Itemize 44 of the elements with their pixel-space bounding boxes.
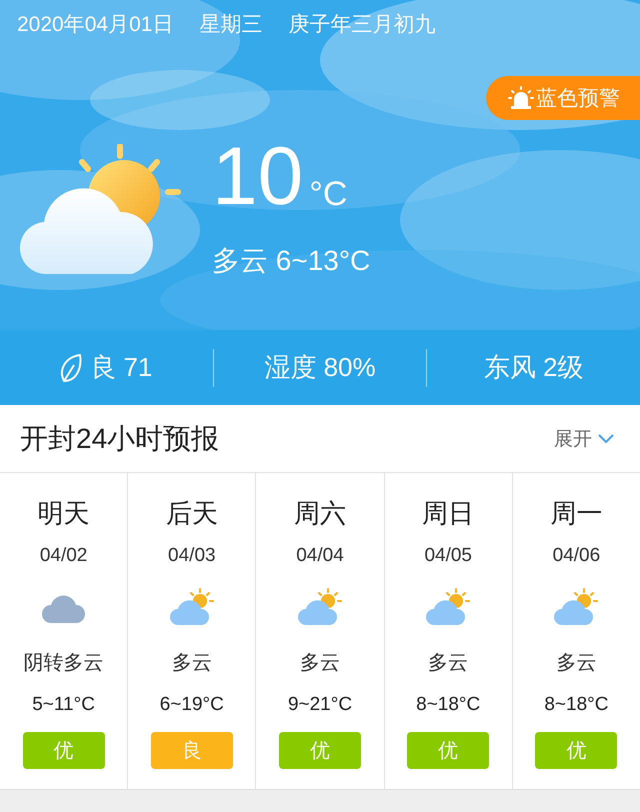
cloud-sun-icon <box>297 588 343 626</box>
date-text: 04/06 <box>552 545 600 567</box>
date-text: 04/02 <box>40 545 88 567</box>
date-text: 04/05 <box>424 545 472 567</box>
condition-text: 多云 <box>300 651 340 676</box>
air-quality-badge: 优 <box>22 732 105 769</box>
condition-text: 多云 <box>172 651 212 676</box>
day-label: 后天 <box>166 497 218 530</box>
chevron-down-icon <box>598 434 614 444</box>
temperature-text: 10 <box>212 134 304 220</box>
temperature-range: 8~18°C <box>416 694 480 716</box>
unit-text: °C <box>309 175 348 214</box>
condition-text: 多云 <box>428 651 468 676</box>
condition-text: 多云 <box>556 651 596 676</box>
air-quality-badge: 优 <box>535 732 618 769</box>
cloud-sun-icon <box>168 588 215 626</box>
date-text: 2020年04月01日 <box>17 12 174 38</box>
leaf-icon <box>60 352 82 382</box>
forecast-title: 开封24小时预报 <box>20 422 220 456</box>
day-label: 明天 <box>38 497 90 530</box>
date-text: 04/03 <box>168 545 216 567</box>
temperature-range: 6~19°C <box>160 694 224 716</box>
air-quality-text: 良 71 <box>90 351 152 384</box>
expand-button[interactable]: 展开 <box>554 426 614 452</box>
cloud-sun-icon <box>553 588 600 626</box>
temperature-range: 9~21°C <box>288 694 352 716</box>
stat-text: 湿度 80% <box>264 351 376 384</box>
lunar-date-text: 庚子年三月初九 <box>288 12 436 38</box>
temperature-range: 5~11°C <box>32 694 95 716</box>
day-label: 周一 <box>550 497 602 530</box>
cloud-sun-icon <box>425 588 472 626</box>
cloud-sun-icon <box>20 144 182 276</box>
date-text: 04/04 <box>296 545 344 567</box>
stat-text: 东风 2级 <box>484 351 584 384</box>
temperature-range: 8~18°C <box>544 694 608 716</box>
air-quality-badge: 优 <box>407 732 490 769</box>
weekday-text: 星期三 <box>199 12 262 38</box>
air-quality-badge: 优 <box>279 732 361 769</box>
summary-text: 多云 6~13°C <box>212 244 370 278</box>
day-label: 周六 <box>294 497 346 530</box>
day-label: 周日 <box>422 497 474 530</box>
condition-text: 阴转多云 <box>24 651 104 676</box>
alarm-light-icon <box>508 86 534 110</box>
air-quality-badge: 良 <box>150 732 233 769</box>
